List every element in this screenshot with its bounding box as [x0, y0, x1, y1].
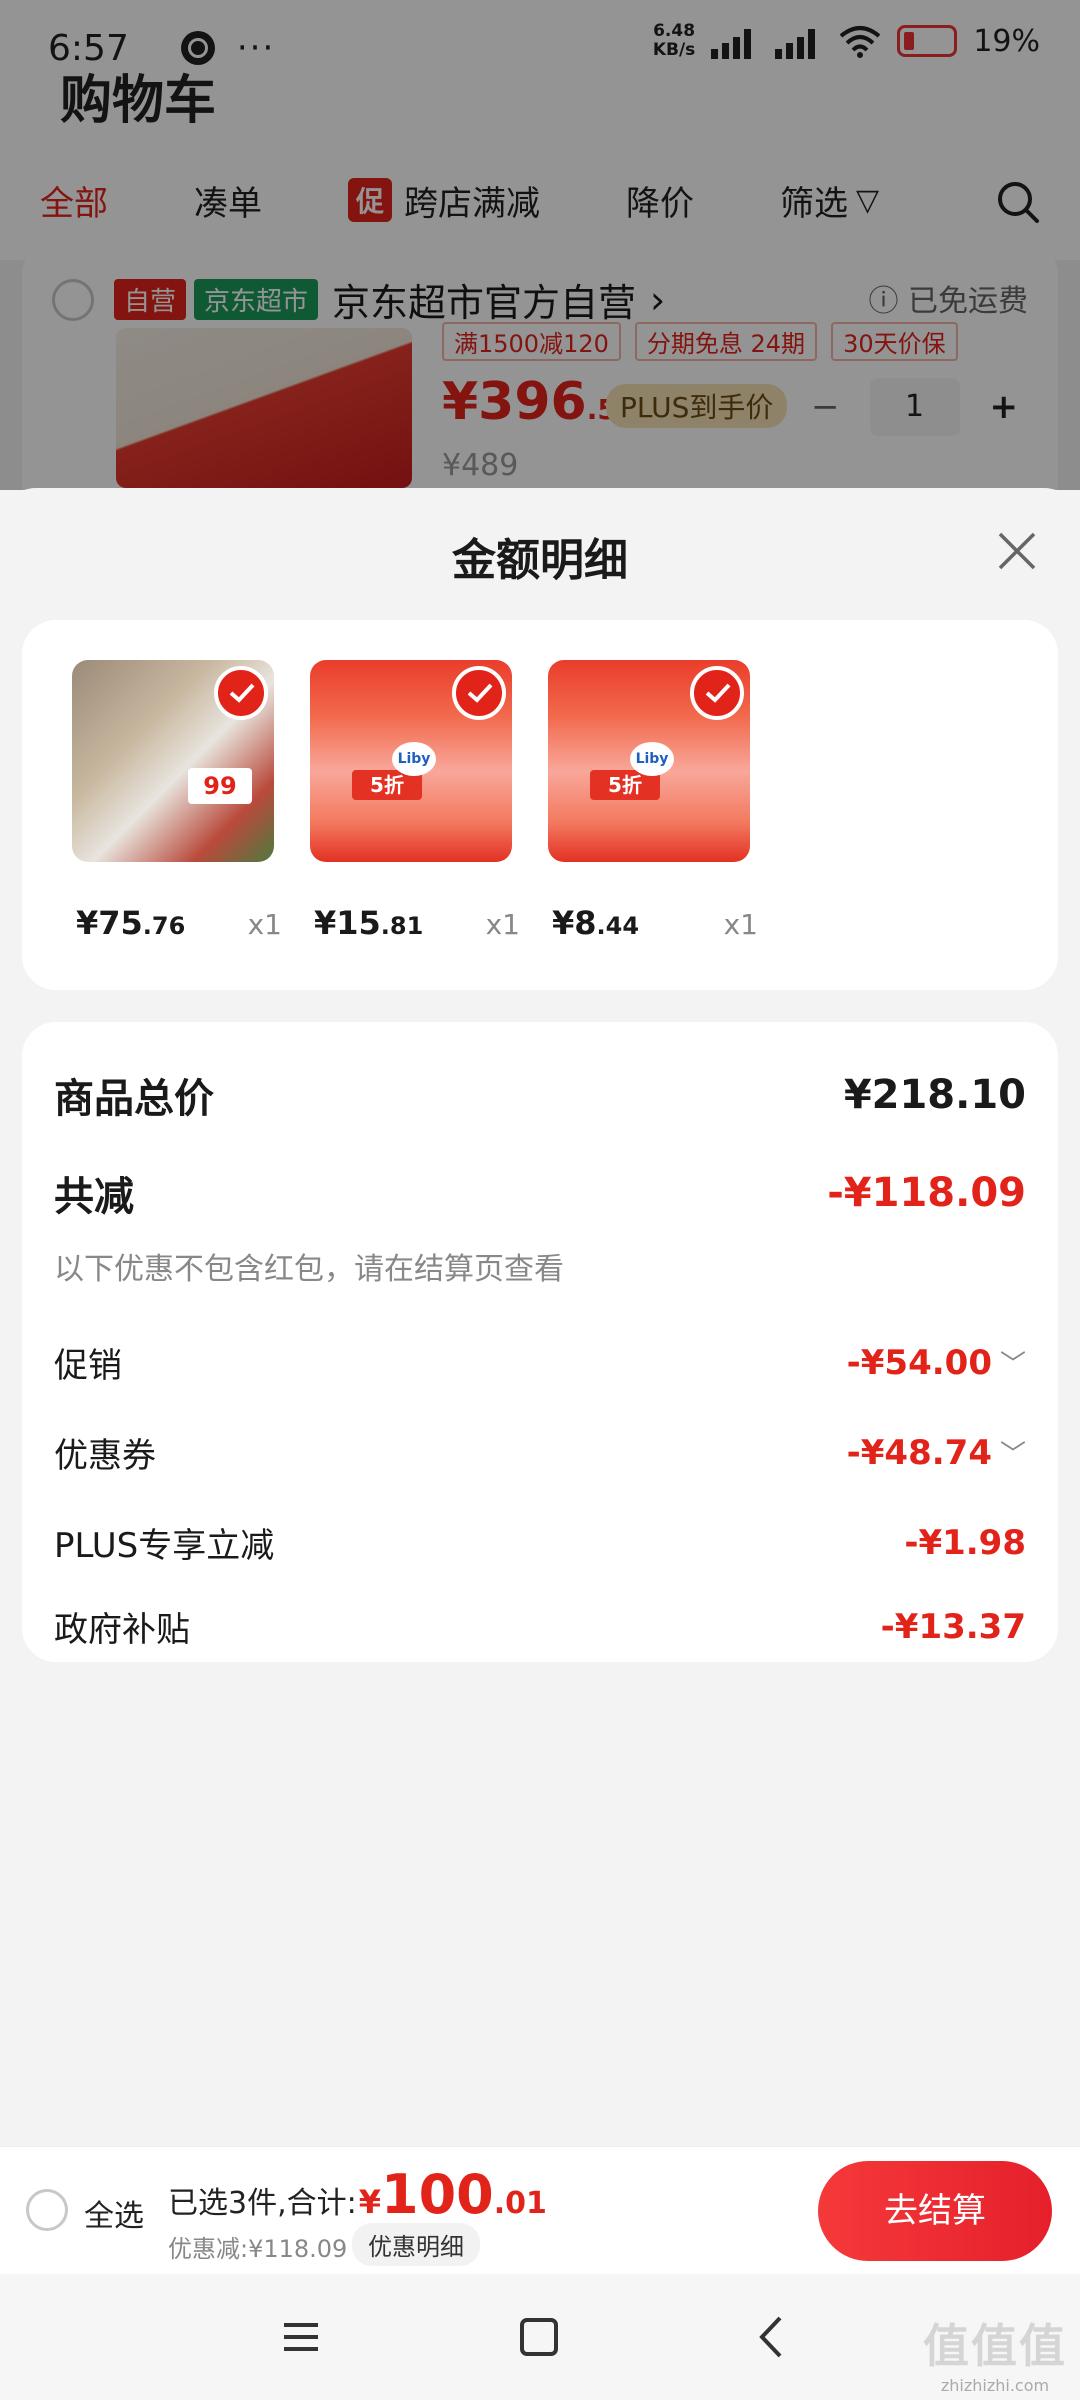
total-amount: 100: [381, 2163, 494, 2226]
promotion-label: 促销: [54, 1346, 122, 1386]
coupon-value: -¥48.74 ﹀: [846, 1432, 1026, 1473]
checkout-button[interactable]: 去结算: [818, 2161, 1052, 2261]
subsidy-label: 政府补贴: [54, 1610, 190, 1650]
item-quantity: x1: [723, 908, 758, 941]
promotion-value: -¥54.00 ﹀: [846, 1342, 1026, 1383]
system-nav-bar: [0, 2274, 1080, 2400]
thumb-price-label: 99: [188, 768, 252, 804]
checkout-bar: 全选 已选3件,合计: ¥ 100 .01 优惠减:¥118.09 优惠明细 去…: [0, 2146, 1080, 2274]
chevron-down-icon: ﹀: [999, 1350, 1026, 1380]
total-reduction-value: -¥118.09: [827, 1170, 1026, 1216]
liby-logo: Liby: [392, 742, 436, 776]
promotion-row[interactable]: 促销 -¥54.00 ﹀: [54, 1338, 1026, 1387]
item-price: ¥75.76: [76, 904, 186, 942]
chevron-down-icon: ﹀: [999, 1440, 1026, 1470]
total-price-label: 商品总价: [54, 1076, 214, 1122]
selected-item[interactable]: 99 ¥75.76 x1: [72, 660, 282, 942]
check-icon: [214, 666, 268, 720]
selected-item[interactable]: 5折 Liby ¥8.44 x1: [548, 660, 758, 942]
back-icon[interactable]: [748, 2312, 798, 2362]
check-icon: [690, 666, 744, 720]
selected-item[interactable]: 5折 Liby ¥15.81 x1: [310, 660, 520, 942]
liby-logo: Liby: [630, 742, 674, 776]
item-quantity: x1: [485, 908, 520, 941]
watermark-url: zhizhizhi.com: [940, 2376, 1050, 2395]
total-reduction-row: 共减 -¥118.09: [54, 1164, 1026, 1222]
coupon-label: 优惠券: [54, 1436, 156, 1476]
item-thumbnail-lamp: 99: [72, 660, 274, 862]
price-details-card: 商品总价 ¥218.10 共减 -¥118.09 以下优惠不包含红包，请在结算页…: [22, 1022, 1058, 1662]
reduction-note: 以下优惠不包含红包，请在结算页查看: [54, 1252, 564, 1287]
item-thumbnail-liby: 5折 Liby: [310, 660, 512, 862]
amount-detail-sheet: 金额明细 99 ¥75.76 x1 5折 Liby ¥15.81 x1 5折 L…: [0, 488, 1080, 2146]
plus-reduction-label: PLUS专享立减: [54, 1526, 275, 1566]
subsidy-row: 政府补贴 -¥13.37: [54, 1602, 1026, 1651]
coupon-row[interactable]: 优惠券 -¥48.74 ﹀: [54, 1428, 1026, 1477]
check-icon: [452, 666, 506, 720]
item-price: ¥8.44: [552, 904, 640, 942]
total-reduction-label: 共减: [54, 1174, 134, 1220]
discount-detail-button[interactable]: 优惠明细: [352, 2223, 480, 2266]
item-quantity: x1: [247, 908, 282, 941]
select-all-radio[interactable]: [26, 2189, 68, 2231]
watermark: 值值值 zhizhizhi.com: [920, 2310, 1070, 2395]
menu-icon[interactable]: [276, 2312, 326, 2362]
item-thumbnail-liby: 5折 Liby: [548, 660, 750, 862]
total-price-row: 商品总价 ¥218.10: [54, 1066, 1026, 1124]
plus-reduction-value: -¥1.98: [904, 1522, 1026, 1563]
modal-backdrop[interactable]: [0, 0, 1080, 490]
item-price: ¥15.81: [314, 904, 424, 942]
home-icon[interactable]: [514, 2312, 564, 2362]
watermark-logo: 值值值: [923, 2319, 1067, 2373]
sheet-title: 金额明细: [452, 535, 628, 586]
plus-reduction-row: PLUS专享立减 -¥1.98: [54, 1518, 1026, 1567]
selected-items-card: 99 ¥75.76 x1 5折 Liby ¥15.81 x1 5折 Liby ¥…: [22, 620, 1058, 990]
select-all-label[interactable]: 全选: [84, 2191, 144, 2235]
discount-summary: 优惠减:¥118.09: [168, 2235, 348, 2263]
close-icon[interactable]: [992, 526, 1042, 576]
subsidy-value: -¥13.37: [880, 1606, 1026, 1647]
selection-summary: 已选3件,合计: ¥ 100 .01: [168, 2163, 547, 2226]
total-price-value: ¥218.10: [843, 1072, 1026, 1118]
